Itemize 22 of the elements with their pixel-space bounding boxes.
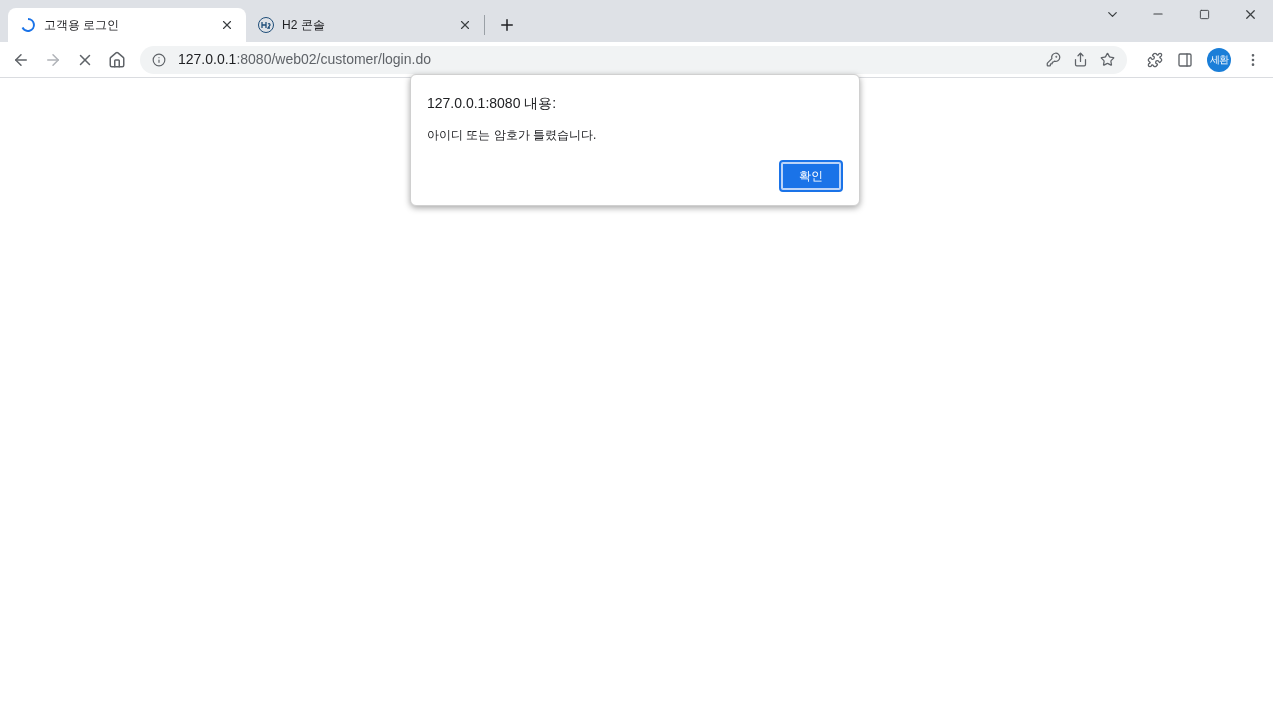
key-icon[interactable] <box>1046 52 1061 67</box>
side-panel-icon[interactable] <box>1177 51 1193 68</box>
tab-title: 고객용 로그인 <box>44 17 121 34</box>
dialog-title: 127.0.0.1:8080 내용: <box>427 94 558 113</box>
extensions-icon[interactable] <box>1147 51 1163 68</box>
browser-tab[interactable]: H2 콘솔 <box>246 8 484 42</box>
url-text: 127.0.0.1:8080/web02/customer/login.do <box>178 50 432 69</box>
home-icon[interactable] <box>108 50 126 69</box>
close-icon[interactable] <box>220 18 234 32</box>
address-bar[interactable]: 127.0.0.1:8080/web02/customer/login.do <box>140 45 1127 74</box>
tab-title: H2 콘솔 <box>282 17 326 34</box>
share-icon[interactable] <box>1073 52 1088 67</box>
maximize-icon[interactable] <box>1198 8 1210 20</box>
dialog-message: 아이디 또는 암호가 틀렸습니다. <box>427 127 598 144</box>
ok-button[interactable]: 확인 <box>779 160 843 192</box>
new-tab-icon[interactable] <box>498 16 516 34</box>
profile-avatar[interactable]: 세환 <box>1207 47 1231 72</box>
loading-spinner-icon <box>20 17 36 33</box>
bookmark-star-icon[interactable] <box>1100 52 1115 67</box>
browser-tab[interactable]: 고객용 로그인 <box>8 8 246 42</box>
info-icon[interactable] <box>152 52 166 67</box>
close-icon[interactable] <box>458 18 472 32</box>
